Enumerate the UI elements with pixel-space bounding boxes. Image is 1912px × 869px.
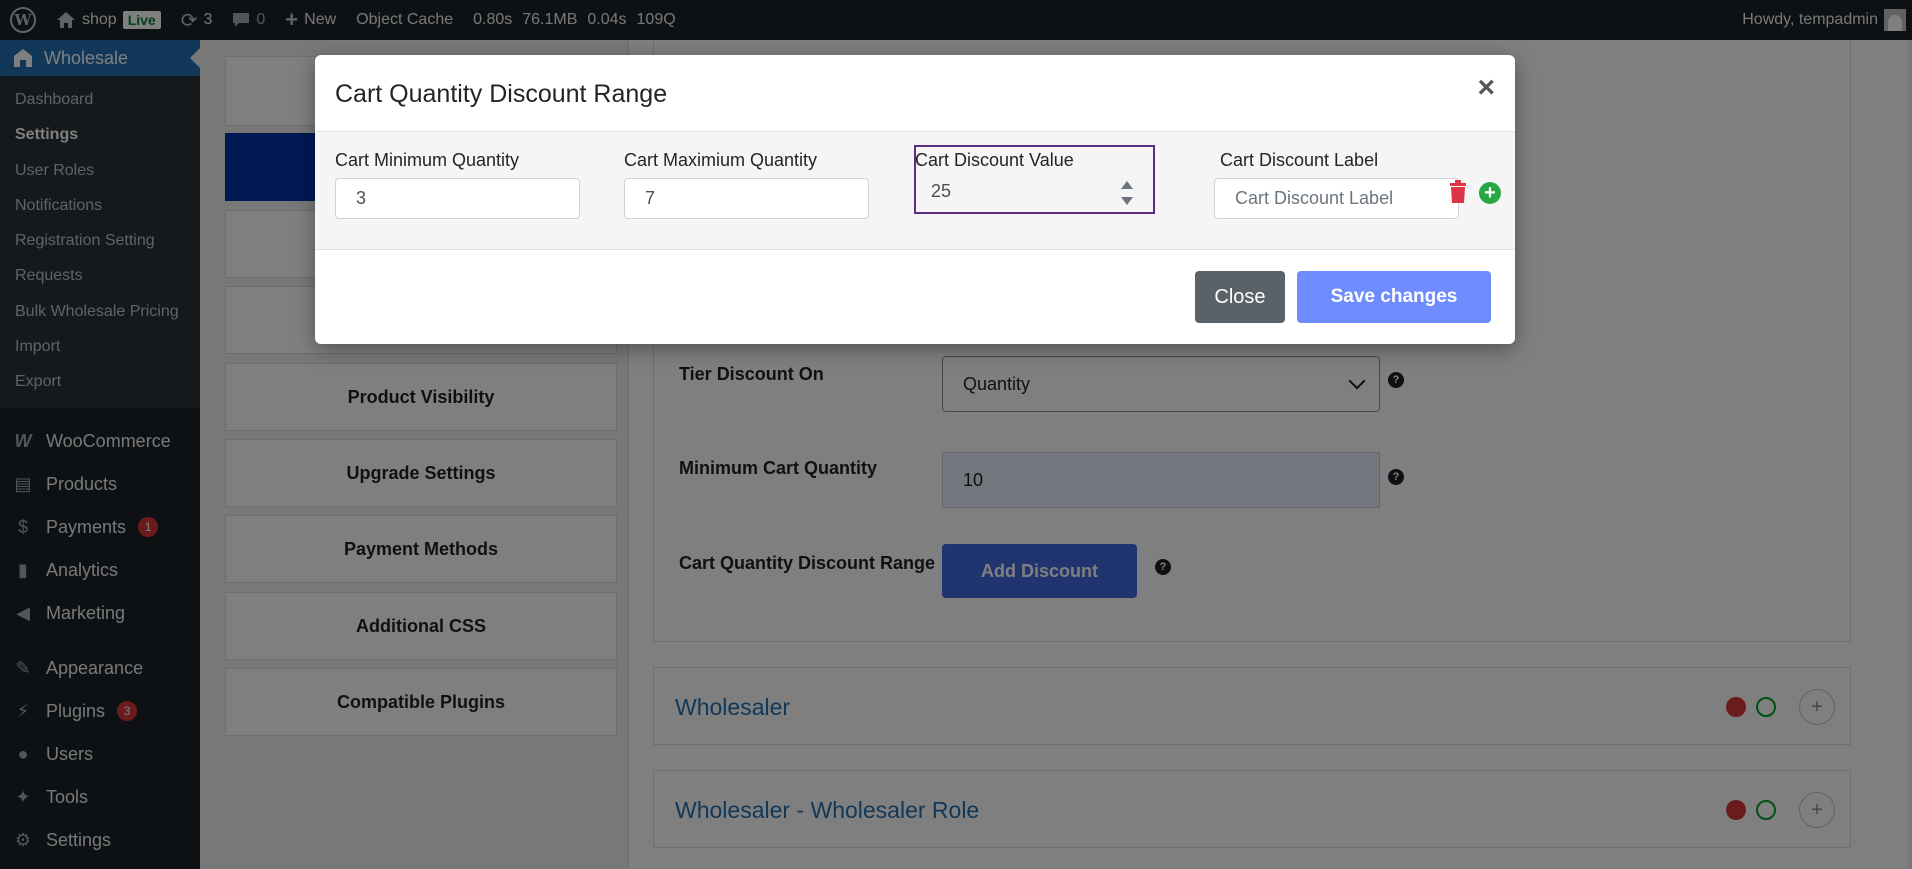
modal-footer: Close Save changes xyxy=(315,250,1515,344)
trash-icon[interactable] xyxy=(1449,180,1467,204)
min-quantity-input[interactable]: 3 xyxy=(335,178,580,219)
close-button[interactable]: Close xyxy=(1195,271,1285,323)
add-row-icon[interactable]: + xyxy=(1479,182,1501,204)
close-icon[interactable]: × xyxy=(1477,73,1495,103)
discount-label-label: Cart Discount Label xyxy=(1220,150,1379,170)
discount-value-value: 25 xyxy=(931,180,952,201)
min-quantity-label: Cart Minimum Quantity xyxy=(335,150,520,170)
modal-body: Cart Minimum Quantity 3 Cart Maximium Qu… xyxy=(315,132,1515,250)
min-quantity-value: 3 xyxy=(356,188,367,208)
discount-value-input[interactable]: 25 xyxy=(917,173,1151,209)
max-quantity-value: 7 xyxy=(645,188,656,208)
max-quantity-label: Cart Maximium Quantity xyxy=(624,150,818,170)
discount-value-label: Cart Discount Value xyxy=(915,150,1074,170)
max-quantity-input[interactable]: 7 xyxy=(624,178,869,219)
save-changes-button[interactable]: Save changes xyxy=(1297,271,1491,323)
modal-title: Cart Quantity Discount Range xyxy=(335,80,668,108)
modal-header: Cart Quantity Discount Range × xyxy=(315,55,1515,132)
discount-label-placeholder: Cart Discount Label xyxy=(1235,188,1394,208)
discount-range-modal: Cart Quantity Discount Range × Cart Mini… xyxy=(315,55,1515,344)
discount-label-input[interactable]: Cart Discount Label xyxy=(1214,178,1459,219)
number-spinner-icon[interactable] xyxy=(1121,181,1133,205)
